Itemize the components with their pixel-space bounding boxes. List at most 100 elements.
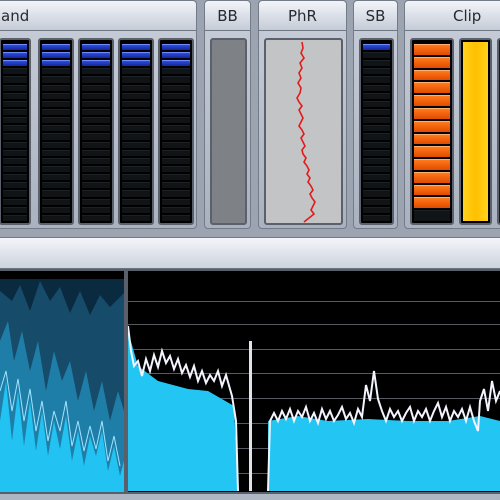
meter-segment — [162, 84, 190, 91]
meter-segment — [82, 182, 110, 189]
meter-segment — [363, 60, 390, 67]
meter-segment — [363, 174, 390, 181]
meter-segment — [42, 166, 70, 173]
meter-segment — [82, 141, 110, 148]
band-panel-header: and — [0, 1, 196, 31]
meter-segment — [363, 76, 390, 83]
meter-segment — [122, 60, 150, 67]
meter-segment — [82, 52, 110, 59]
meter-segment — [82, 214, 110, 221]
meter-segment — [82, 100, 110, 108]
meter-segment — [82, 157, 110, 165]
meter-segment — [162, 157, 190, 165]
meter-segment — [363, 157, 390, 165]
meter-segment — [414, 69, 450, 81]
meter-segment — [162, 198, 190, 205]
meter-segment — [3, 76, 27, 83]
band-meter-4 — [118, 38, 154, 225]
meter-segment — [162, 125, 190, 132]
sb-meter-panel: SB — [353, 0, 398, 229]
clip-meter-orange — [410, 38, 454, 225]
meter-segment — [42, 43, 70, 51]
spectrum-panel-header — [0, 238, 500, 269]
meter-segment — [162, 117, 190, 124]
meter-segment — [162, 141, 190, 148]
meter-segment — [162, 149, 190, 156]
meter-segment — [122, 214, 150, 221]
meter-segment — [42, 157, 70, 165]
waterfall-view — [0, 269, 126, 494]
meter-segment — [122, 92, 150, 99]
clip-yellow-fill — [463, 42, 488, 221]
meter-segment — [3, 92, 27, 99]
meter-segment — [42, 133, 70, 140]
bb-meter — [210, 38, 247, 225]
meter-segment — [162, 133, 190, 140]
meter-segment — [42, 109, 70, 116]
meter-segment — [82, 125, 110, 132]
meter-segment — [82, 60, 110, 67]
meter-segment — [414, 171, 450, 183]
meter-segment — [363, 84, 390, 91]
meter-segment — [82, 133, 110, 140]
meter-segment — [122, 84, 150, 91]
band-meter-panel: and — [0, 0, 197, 229]
band-meter-5 — [158, 38, 194, 225]
clip-meter-yellow — [459, 38, 492, 225]
sb-panel-header: SB — [354, 1, 397, 31]
meter-segment — [3, 109, 27, 116]
meter-segment — [82, 190, 110, 197]
meter-segment — [122, 76, 150, 83]
meter-segment — [3, 214, 27, 221]
meter-segment — [122, 149, 150, 156]
meter-segment — [82, 76, 110, 83]
meter-segment — [363, 190, 390, 197]
meter-segment — [162, 190, 190, 197]
meter-segment — [122, 182, 150, 189]
meter-segment — [3, 198, 27, 205]
meter-segment — [3, 174, 27, 181]
meter-segment — [122, 52, 150, 59]
phr-meter-panel: PhR — [258, 0, 347, 229]
meter-segment — [414, 107, 450, 119]
meter-segment — [122, 190, 150, 197]
meter-segment — [363, 133, 390, 140]
meter-segment — [122, 68, 150, 75]
meter-segment — [42, 100, 70, 108]
meter-segment — [82, 92, 110, 99]
meter-segment — [162, 166, 190, 173]
meter-segment — [122, 166, 150, 173]
meter-segment — [162, 43, 190, 51]
meter-segment — [162, 109, 190, 116]
meter-segment — [414, 120, 450, 132]
meter-segment — [82, 206, 110, 213]
meter-segment — [363, 198, 390, 205]
bb-meter-panel: BB — [204, 0, 251, 229]
meter-segment — [162, 206, 190, 213]
meter-segment — [3, 84, 27, 91]
meter-segment — [42, 198, 70, 205]
meter-segment — [122, 100, 150, 108]
meter-segment — [3, 60, 27, 67]
meter-segment — [3, 166, 27, 173]
waterfall-graph — [0, 279, 124, 492]
spectrum-panel — [0, 237, 500, 500]
meter-segment — [414, 56, 450, 68]
meter-segment — [42, 117, 70, 124]
meter-segment — [82, 84, 110, 91]
phr-panel-title: PhR — [288, 7, 317, 25]
meter-segment — [122, 141, 150, 148]
meter-segment — [162, 214, 190, 221]
meter-segment — [122, 125, 150, 132]
meter-segment — [363, 68, 390, 75]
phr-panel-header: PhR — [259, 1, 346, 31]
sb-panel-title: SB — [365, 7, 386, 25]
meter-segment — [363, 92, 390, 99]
meter-segment — [162, 76, 190, 83]
meter-segment — [3, 157, 27, 165]
meter-segment — [82, 68, 110, 75]
meter-segment — [122, 117, 150, 124]
meter-segment — [42, 182, 70, 189]
meter-segment — [363, 100, 390, 108]
spectrum-graph — [128, 325, 500, 492]
